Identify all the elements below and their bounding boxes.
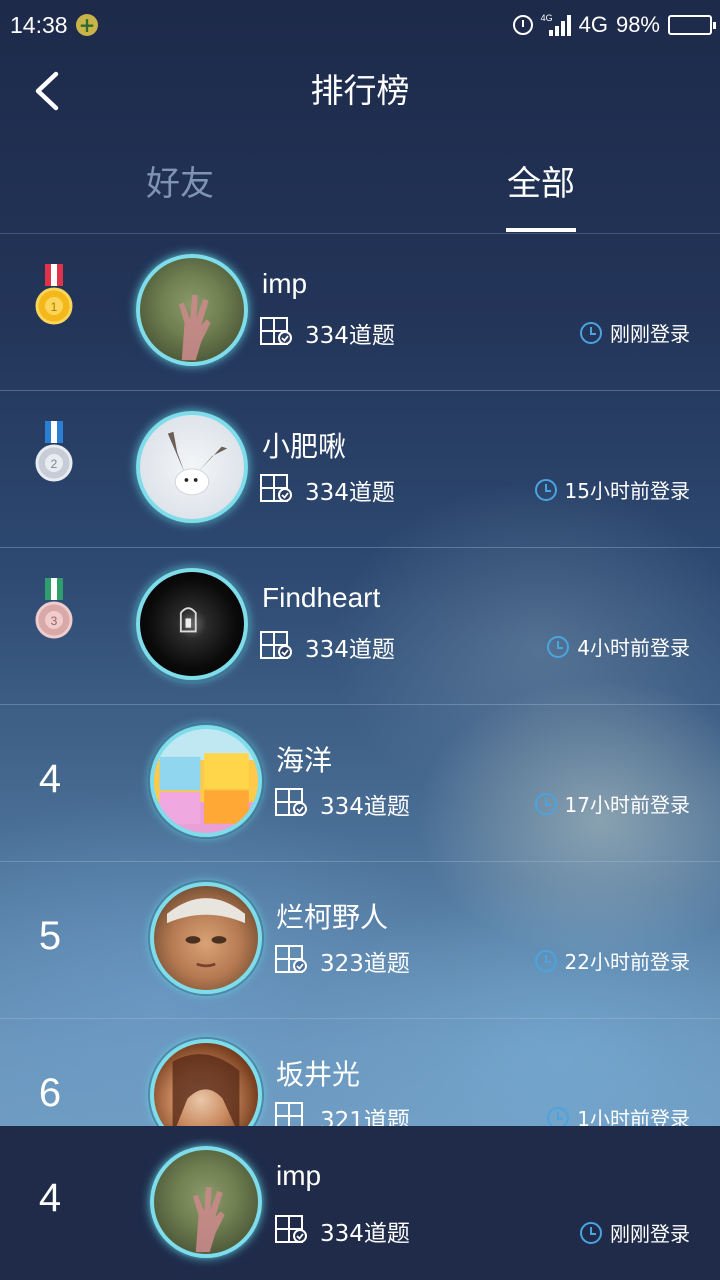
rank-number: 5	[38, 914, 62, 958]
rank-number: 4	[38, 757, 62, 801]
quiz-icon	[275, 945, 307, 973]
last-login-text: 22小时前登录	[564, 950, 690, 974]
svg-text:2: 2	[51, 457, 58, 471]
ranking-row[interactable]: 5 烂柯野人 323道题 22小时前登录	[0, 862, 720, 1019]
bronze-medal-icon: 3	[35, 578, 73, 639]
last-login-text: 17小时前登录	[564, 793, 690, 817]
my-quiz-count: 334道题	[320, 1221, 410, 1247]
my-rank-bar[interactable]: 4 imp 334道题 刚刚登录	[0, 1126, 720, 1280]
battery-percent: 98%	[615, 12, 660, 37]
quiz-icon	[275, 788, 307, 816]
avatar[interactable]	[150, 882, 262, 994]
quiz-icon	[260, 474, 292, 502]
my-rank-number: 4	[38, 1176, 62, 1220]
clock-icon	[580, 321, 602, 344]
quiz-count: 334道题	[305, 323, 395, 349]
avatar-image	[167, 431, 228, 496]
silver-medal-icon: 2	[35, 421, 73, 482]
user-name: Findheart	[262, 582, 381, 613]
avatar-image	[172, 1054, 240, 1126]
avatar-image	[167, 898, 245, 968]
clock-icon	[534, 949, 557, 972]
avatar-image	[193, 1187, 225, 1253]
clock-icon	[580, 1221, 602, 1244]
last-login-text: 刚刚登录	[610, 322, 690, 346]
clock-icon	[534, 478, 557, 501]
my-user-name: imp	[276, 1160, 322, 1191]
network-label: 4G	[578, 12, 608, 37]
tab-active-indicator	[506, 228, 576, 232]
quiz-icon	[275, 1215, 307, 1243]
user-name: imp	[262, 268, 308, 299]
quiz-count: 334道题	[305, 480, 395, 506]
user-name: 海洋	[276, 745, 333, 776]
svg-text:3: 3	[51, 614, 58, 628]
last-login-text: 4小时前登录	[577, 636, 690, 660]
quiz-count: 334道题	[320, 794, 410, 820]
status-right: 4G 4G 98%	[512, 10, 716, 40]
rank-number: 6	[38, 1071, 62, 1115]
avatar-image	[179, 295, 211, 361]
last-login: 17小时前登录	[534, 789, 690, 818]
avatar[interactable]	[136, 254, 248, 366]
tab-all[interactable]: 全部	[451, 156, 631, 205]
clock-icon	[534, 792, 557, 815]
avatar[interactable]	[150, 1039, 262, 1126]
status-time: 14:38	[10, 12, 68, 38]
clock-icon	[547, 1106, 570, 1126]
ranking-row[interactable]: 6 坂井光 321道题 1小时前登录	[0, 1019, 720, 1126]
network-small-label: 4G	[540, 13, 553, 23]
last-login: 刚刚登录	[580, 318, 690, 347]
gold-medal-icon: 1	[35, 264, 73, 325]
avatar-image	[179, 607, 197, 633]
quiz-count: 334道题	[305, 637, 395, 663]
my-rank-row[interactable]: 4 imp 334道题 刚刚登录	[0, 1126, 720, 1280]
last-login-text: 15小时前登录	[564, 479, 690, 503]
my-last-login-text: 刚刚登录	[610, 1222, 690, 1246]
svg-text:1: 1	[51, 300, 58, 314]
last-login: 4小时前登录	[547, 632, 690, 661]
ranking-row[interactable]: 3 Findheart 334道题 4小时前登录	[0, 548, 720, 705]
app-notification-icon: +	[76, 14, 98, 36]
signal-icon: 4G	[541, 14, 571, 36]
quiz-icon	[260, 317, 292, 345]
user-name: 烂柯野人	[276, 902, 389, 933]
user-name: 小肥啾	[262, 431, 347, 462]
alarm-icon	[512, 15, 533, 35]
last-login-text: 1小时前登录	[577, 1107, 690, 1126]
status-bar: 14:38 + 4G 4G 98%	[0, 0, 720, 52]
my-last-login: 刚刚登录	[580, 1218, 690, 1247]
clock-icon	[547, 635, 570, 658]
ranking-row[interactable]: 2 小肥啾 334道题 15小时前登录	[0, 391, 720, 548]
avatar[interactable]	[136, 568, 248, 680]
avatar[interactable]	[150, 725, 262, 837]
battery-icon	[668, 15, 716, 35]
my-avatar[interactable]	[150, 1146, 262, 1258]
quiz-icon	[275, 1102, 303, 1126]
quiz-count: 323道题	[320, 951, 410, 977]
last-login: 22小时前登录	[534, 946, 690, 975]
avatar-image	[159, 753, 249, 824]
avatar[interactable]	[136, 411, 248, 523]
user-name: 坂井光	[276, 1059, 361, 1090]
tab-friends[interactable]: 好友	[90, 156, 270, 205]
last-login: 1小时前登录	[547, 1103, 690, 1126]
ranking-row[interactable]: 1 imp 334道题 刚刚登录	[0, 234, 720, 391]
quiz-icon	[260, 631, 292, 659]
ranking-list[interactable]: 1 imp 334道题 刚刚登录 2 小肥啾 334道题 15小时前登录 3 F…	[0, 234, 720, 1126]
page-title: 排行榜	[310, 71, 410, 110]
ranking-row[interactable]: 4 海洋 334道题 17小时前登录	[0, 705, 720, 862]
last-login: 15小时前登录	[534, 475, 690, 504]
quiz-count: 321道题	[320, 1108, 410, 1126]
